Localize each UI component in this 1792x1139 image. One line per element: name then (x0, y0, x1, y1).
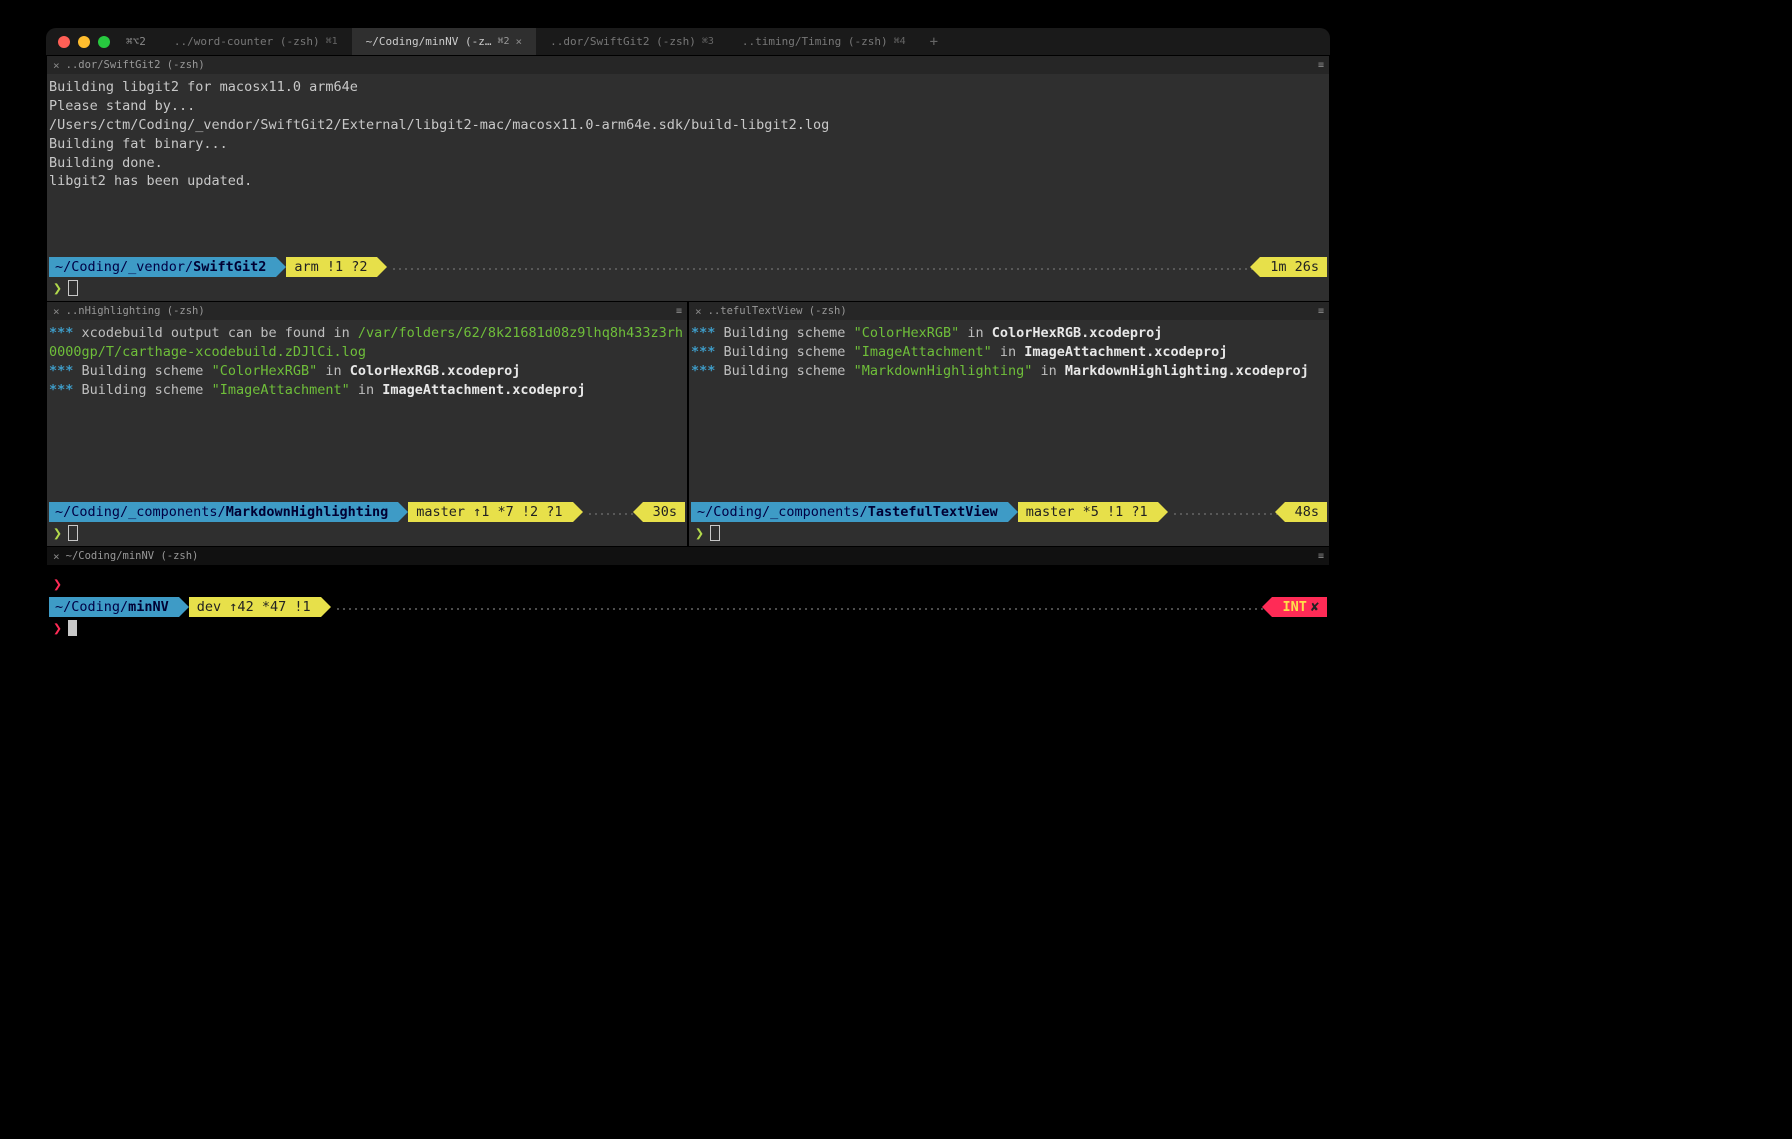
tab-3[interactable]: ..dor/SwiftGit2 (-zsh) ⌘3 (536, 28, 728, 55)
cursor (710, 525, 720, 541)
hamburger-icon[interactable]: ≡ (1318, 60, 1323, 71)
powerline-prompt: ~/Coding/_vendor/SwiftGit2 arm !1 ?2 1m … (49, 257, 1327, 277)
pane-title: ..dor/SwiftGit2 (-zsh) (66, 59, 205, 71)
chevron-right-icon: ❯ (695, 524, 704, 542)
pane-row-3: × ~/Coding/minNV (-zsh) ≡ ❯ ~/Coding/min… (46, 547, 1330, 798)
hamburger-icon[interactable]: ≡ (1318, 551, 1323, 562)
tab-shortcut: ⌘4 (894, 36, 906, 47)
timer-segment: 30s (643, 502, 685, 522)
path-segment: ~/Coding/_vendor/SwiftGit2 (49, 257, 276, 277)
branch-segment: master *5 !1 ?1 (1018, 502, 1158, 522)
status-segment: INT✘ (1272, 597, 1327, 617)
tab-shortcut: ⌘3 (702, 36, 714, 47)
timer-segment: 48s (1285, 502, 1327, 522)
prompt-area: ❯ ~/Coding/minNV dev ↑42 *47 !1 INT✘ (47, 571, 1329, 641)
cursor (68, 280, 78, 296)
close-icon[interactable] (58, 36, 70, 48)
pane-row-1: × ..dor/SwiftGit2 (-zsh) ≡ Building libg… (46, 56, 1330, 302)
tab-shortcut: ⌘2 (497, 36, 509, 47)
close-icon[interactable]: × (516, 35, 523, 48)
tab-1[interactable]: ../word-counter (-zsh) ⌘1 (160, 28, 352, 55)
pane-title: ~/Coding/minNV (-zsh) (66, 550, 199, 562)
close-icon[interactable]: × (53, 550, 60, 563)
pane-output: *** xcodebuild output can be found in /v… (47, 320, 687, 502)
tab-shortcut: ⌘1 (326, 36, 338, 47)
path-segment: ~/Coding/minNV (49, 597, 179, 617)
tab-bar: ../word-counter (-zsh) ⌘1 ~/Coding/minNV… (160, 28, 1318, 55)
minimize-icon[interactable] (78, 36, 90, 48)
pane-row-2: × ..nHighlighting (-zsh) ≡ *** xcodebuil… (46, 302, 1330, 547)
path-segment: ~/Coding/_components/TastefulTextView (691, 502, 1008, 522)
pane-header: × ~/Coding/minNV (-zsh) ≡ (47, 547, 1329, 565)
prompt-area: ~/Coding/_components/MarkdownHighlightin… (47, 502, 687, 546)
chevron-right-icon: ❯ (53, 279, 62, 297)
error-prompt: ❯ (49, 573, 1327, 597)
pane-title: ..tefulTextView (-zsh) (708, 305, 847, 317)
chevron-right-icon: ❯ (53, 575, 62, 593)
tab-label: ..dor/SwiftGit2 (-zsh) (550, 35, 696, 48)
tab-4[interactable]: ..timing/Timing (-zsh) ⌘4 (728, 28, 920, 55)
tab-label: ..timing/Timing (-zsh) (742, 35, 888, 48)
path-segment: ~/Coding/_components/MarkdownHighlightin… (49, 502, 398, 522)
prompt-area: ~/Coding/_vendor/SwiftGit2 arm !1 ?2 1m … (47, 257, 1329, 301)
close-icon[interactable]: × (53, 305, 60, 318)
tab-label: ../word-counter (-zsh) (174, 35, 320, 48)
close-icon[interactable]: × (53, 59, 60, 72)
pane-header: × ..dor/SwiftGit2 (-zsh) ≡ (47, 56, 1329, 74)
pane-mid-right[interactable]: × ..tefulTextView (-zsh) ≡ *** Building … (688, 302, 1330, 547)
cursor (68, 525, 78, 541)
powerline-prompt: ~/Coding/minNV dev ↑42 *47 !1 INT✘ (49, 597, 1327, 617)
titlebar: ⌘⌥2 ../word-counter (-zsh) ⌘1 ~/Coding/m… (46, 28, 1330, 56)
pane-header: × ..tefulTextView (-zsh) ≡ (689, 302, 1329, 320)
chevron-right-icon: ❯ (53, 619, 62, 637)
dots-fill (587, 502, 639, 522)
branch-segment: master ↑1 *7 !2 ?1 (408, 502, 572, 522)
pane-top[interactable]: × ..dor/SwiftGit2 (-zsh) ≡ Building libg… (46, 56, 1330, 302)
window-shortcut-badge: ⌘⌥2 (126, 35, 146, 48)
branch-segment: dev ↑42 *47 !1 (189, 597, 321, 617)
add-tab-button[interactable]: + (920, 28, 948, 55)
pane-output: Building libgit2 for macosx11.0 arm64e P… (47, 74, 1329, 257)
tab-2[interactable]: ~/Coding/minNV (-z… ⌘2 × (352, 28, 537, 55)
hamburger-icon[interactable]: ≡ (676, 306, 681, 317)
tab-label: ~/Coding/minNV (-z… (366, 35, 492, 48)
chevron-right-icon: ❯ (53, 524, 62, 542)
cursor (68, 620, 77, 636)
dots-fill (391, 257, 1256, 277)
input-prompt[interactable]: ❯ (691, 522, 1327, 542)
input-prompt[interactable]: ❯ (49, 617, 1327, 637)
pane-mid-left[interactable]: × ..nHighlighting (-zsh) ≡ *** xcodebuil… (46, 302, 688, 547)
timer-segment: 1m 26s (1260, 257, 1327, 277)
dots-fill (1172, 502, 1281, 522)
zoom-icon[interactable] (98, 36, 110, 48)
pane-output: *** Building scheme "ColorHexRGB" in Col… (689, 320, 1329, 502)
pane-bottom[interactable]: × ~/Coding/minNV (-zsh) ≡ ❯ ~/Coding/min… (46, 547, 1330, 798)
close-icon[interactable]: × (695, 305, 702, 318)
powerline-prompt: ~/Coding/_components/TastefulTextView ma… (691, 502, 1327, 522)
input-prompt[interactable]: ❯ (49, 277, 1327, 297)
branch-segment: arm !1 ?2 (286, 257, 377, 277)
hamburger-icon[interactable]: ≡ (1318, 306, 1323, 317)
traffic-lights (58, 36, 110, 48)
powerline-prompt: ~/Coding/_components/MarkdownHighlightin… (49, 502, 685, 522)
pane-title: ..nHighlighting (-zsh) (66, 305, 205, 317)
panes-container: × ..dor/SwiftGit2 (-zsh) ≡ Building libg… (46, 56, 1330, 818)
input-prompt[interactable]: ❯ (49, 522, 685, 542)
dots-fill (335, 597, 1269, 617)
spacer (47, 641, 1329, 797)
terminal-window: ⌘⌥2 ../word-counter (-zsh) ⌘1 ~/Coding/m… (46, 28, 1330, 818)
prompt-area: ~/Coding/_components/TastefulTextView ma… (689, 502, 1329, 546)
pane-header: × ..nHighlighting (-zsh) ≡ (47, 302, 687, 320)
